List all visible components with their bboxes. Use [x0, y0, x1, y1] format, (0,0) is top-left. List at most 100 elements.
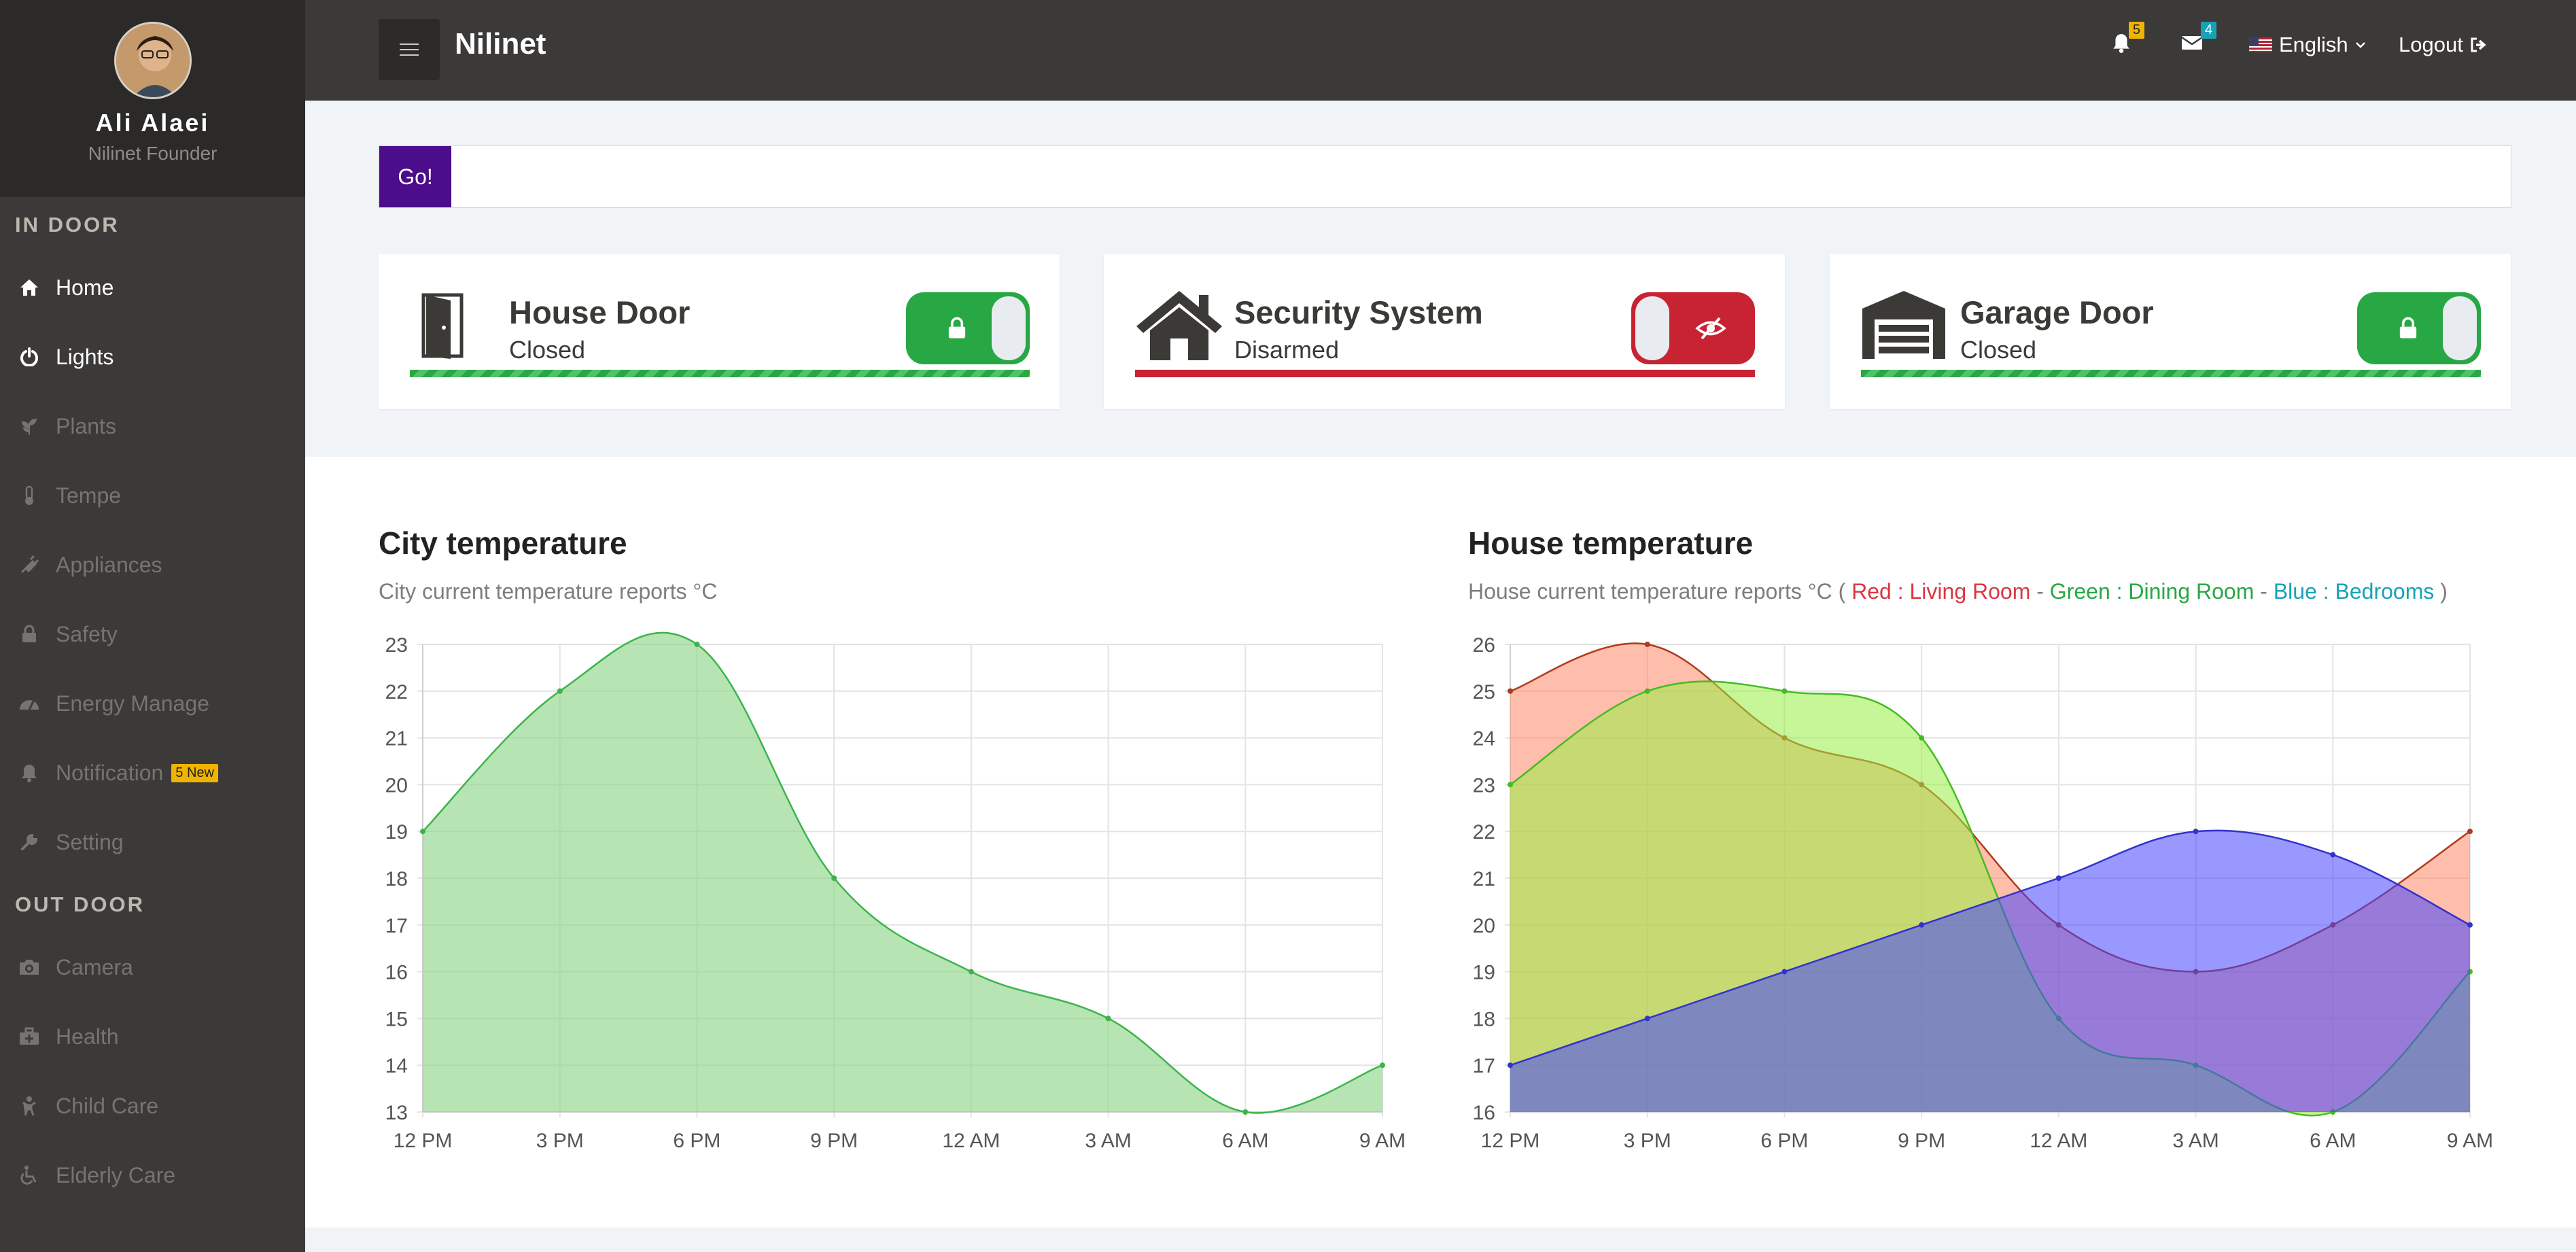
- bell-icon: [2112, 33, 2131, 58]
- house-chart-subtitle: House current temperature reports °C ( R…: [1468, 579, 2448, 604]
- sidebar-item-tempe[interactable]: Tempe: [0, 461, 305, 530]
- sidebar-item-label: Lights: [56, 344, 114, 369]
- wrench-icon: [18, 831, 41, 854]
- envelope-icon: [2181, 33, 2203, 57]
- data-point: [2330, 852, 2336, 858]
- data-point: [2467, 829, 2473, 835]
- city-chart-subtitle: City current temperature reports °C: [379, 579, 718, 604]
- x-tick-label: 3 AM: [1085, 1130, 1131, 1152]
- sidebar-item-label: Setting: [56, 829, 124, 854]
- sidebar-item-appliances[interactable]: Appliances: [0, 530, 305, 599]
- y-tick-label: 24: [1473, 728, 1495, 750]
- garage-door-toggle[interactable]: [2357, 292, 2481, 364]
- notifications-button[interactable]: 5: [2112, 22, 2144, 58]
- lock-icon: [2391, 311, 2425, 345]
- status-bar: [410, 370, 1030, 377]
- sidebar-item-label: Home: [56, 275, 114, 300]
- profile-role: Nilinet Founder: [88, 143, 217, 164]
- sidebar-item-label: Plants: [56, 413, 116, 438]
- notification-count-badge: 5: [2128, 22, 2144, 39]
- y-tick-label: 20: [1473, 915, 1495, 937]
- section-outdoor: OUT DOOR: [15, 892, 145, 916]
- data-point: [1242, 1109, 1249, 1115]
- y-tick-label: 15: [385, 1008, 408, 1030]
- card-title: Garage Door: [1960, 294, 2154, 330]
- sidebar-item-label: Camera: [56, 954, 133, 979]
- sidebar: Ali Alaei Nilinet Founder IN DOOR Home L…: [0, 0, 305, 1252]
- go-button[interactable]: Go!: [379, 146, 451, 207]
- house-door-card: House Door Closed: [379, 254, 1060, 409]
- series-area: [423, 632, 1382, 1113]
- x-tick-label: 9 PM: [810, 1130, 858, 1152]
- y-tick-label: 21: [1473, 868, 1495, 890]
- card-status: Closed: [509, 336, 586, 364]
- gauge-icon: [18, 692, 41, 715]
- logout-button[interactable]: Logout: [2399, 33, 2488, 57]
- x-tick-label: 9 AM: [2447, 1130, 2493, 1152]
- city-temperature-chart: 13 14 15 16 17 18 19 20 21 22 23 12 PM 3 PM 6 PM 9 PM 1…: [385, 631, 1406, 1152]
- data-point: [1644, 1015, 1650, 1022]
- messages-button[interactable]: 4: [2181, 22, 2216, 57]
- power-icon: [18, 345, 41, 368]
- message-count-badge: 4: [2200, 22, 2216, 39]
- y-tick-label: 19: [1473, 962, 1495, 984]
- sidebar-item-energy-manage[interactable]: Energy Manage: [0, 669, 305, 738]
- y-tick-label: 25: [1473, 681, 1495, 703]
- new-notifications-badge: 5 New: [171, 763, 218, 782]
- sidebar-item-home[interactable]: Home: [0, 253, 305, 322]
- house-door-toggle[interactable]: [906, 292, 1030, 364]
- y-tick-label: 13: [385, 1102, 408, 1124]
- eye-slash-icon: [1694, 311, 1728, 345]
- data-point: [694, 642, 700, 647]
- camera-icon: [18, 956, 41, 979]
- sidebar-item-plants[interactable]: Plants: [0, 392, 305, 461]
- data-point: [1781, 688, 1788, 694]
- x-tick-label: 3 AM: [2172, 1130, 2218, 1152]
- house-chart-title: House temperature: [1468, 525, 1754, 561]
- language-selector[interactable]: English: [2249, 33, 2366, 57]
- data-point: [420, 829, 425, 835]
- data-point: [1508, 1062, 1513, 1068]
- chevron-down-icon: [2355, 41, 2366, 49]
- wheelchair-icon: [18, 1164, 41, 1187]
- y-tick-label: 22: [385, 681, 408, 703]
- profile-panel: Ali Alaei Nilinet Founder: [0, 0, 305, 197]
- sidebar-item-label: Elderly Care: [56, 1162, 176, 1187]
- data-point: [2467, 922, 2473, 928]
- x-tick-label: 6 PM: [1760, 1130, 1808, 1152]
- status-bar: [1135, 370, 1755, 377]
- y-tick-label: 17: [1473, 1055, 1495, 1077]
- menu-toggle-button[interactable]: [379, 19, 440, 80]
- y-tick-label: 16: [1473, 1102, 1495, 1124]
- sidebar-item-elderly-care[interactable]: Elderly Care: [0, 1141, 305, 1210]
- y-tick-label: 16: [385, 962, 408, 984]
- logout-label: Logout: [2399, 33, 2463, 56]
- x-tick-label: 3 PM: [1624, 1130, 1671, 1152]
- sidebar-item-camera[interactable]: Camera: [0, 933, 305, 1002]
- garage-icon: [1861, 288, 1945, 363]
- plug-icon: [18, 553, 41, 576]
- search-input[interactable]: [453, 147, 2505, 205]
- y-tick-label: 17: [385, 915, 408, 937]
- sidebar-item-safety[interactable]: Safety: [0, 599, 305, 669]
- x-tick-label: 6 PM: [673, 1130, 720, 1152]
- bell-icon: [18, 761, 41, 784]
- y-tick-label: 20: [385, 774, 408, 797]
- x-tick-label: 6 AM: [1222, 1130, 1268, 1152]
- sidebar-item-health[interactable]: Health: [0, 1002, 305, 1071]
- sidebar-item-lights[interactable]: Lights: [0, 322, 305, 392]
- us-flag-icon: [2249, 37, 2272, 52]
- security-system-toggle[interactable]: [1631, 292, 1755, 364]
- sidebar-item-child-care[interactable]: Child Care: [0, 1071, 305, 1141]
- lock-icon: [940, 311, 974, 345]
- toggle-knob: [1635, 296, 1669, 360]
- legend-bedrooms: Blue : Bedrooms: [2273, 579, 2435, 604]
- house-temperature-chart: 16 17 18 19 20 21 22 23 24 25 26 12 PM 3 PM 6 PM 9 PM 1…: [1473, 634, 2494, 1152]
- sidebar-item-setting[interactable]: Setting: [0, 807, 305, 877]
- sidebar-item-notification[interactable]: Notification 5 New: [0, 738, 305, 807]
- x-tick-label: 3 PM: [536, 1130, 584, 1152]
- brand-title: Nilinet: [455, 27, 546, 60]
- topbar: Nilinet 5 4 English Logout: [305, 0, 2576, 101]
- data-point: [831, 875, 837, 881]
- y-tick-label: 14: [385, 1055, 408, 1077]
